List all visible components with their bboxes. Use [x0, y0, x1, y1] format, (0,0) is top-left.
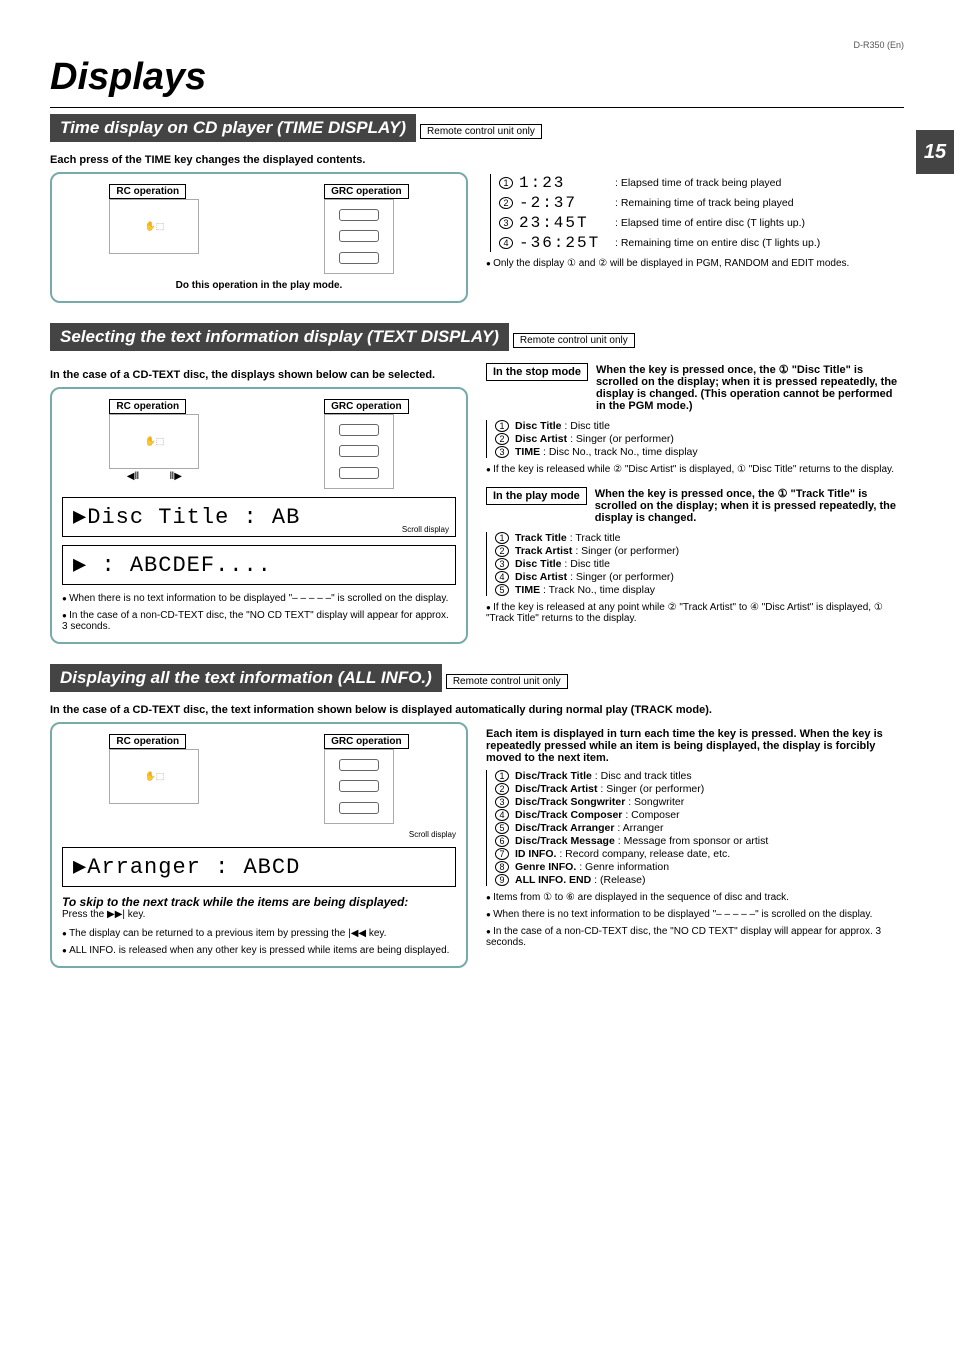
remote-icon	[324, 199, 394, 274]
note: If the key is released at any point whil…	[486, 602, 904, 624]
play-mode-text: When the key is pressed once, the ① "Tra…	[595, 487, 904, 524]
remote-icon	[324, 749, 394, 824]
divider	[50, 107, 904, 108]
rc-op-label: RC operation	[109, 184, 186, 199]
section2-title: Selecting the text information display (…	[50, 323, 509, 351]
info-row: 1Disc/Track Title : Disc and track title…	[495, 770, 904, 782]
rc-only-badge: Remote control unit only	[420, 124, 542, 139]
info-row: 3TIME : Disc No., track No., time displa…	[495, 446, 904, 458]
section-time-display: Time display on CD player (TIME DISPLAY)…	[50, 114, 904, 303]
info-row: 1Disc Title : Disc title	[495, 420, 904, 432]
rc-op-label: RC operation	[109, 399, 186, 414]
panel-caption: Do this operation in the play mode.	[62, 280, 456, 291]
section3-right-intro: Each item is displayed in turn each time…	[486, 728, 904, 764]
time-row: 2 -2:37: Remaining time of track being p…	[499, 194, 904, 212]
note: In the case of a non-CD-TEXT disc, the "…	[486, 926, 904, 948]
info-row: 2Disc Artist : Singer (or performer)	[495, 433, 904, 445]
operation-panel: RC operation ✋⬚ GRC operation Do this op…	[50, 172, 468, 303]
play-mode-label: In the play mode	[486, 487, 587, 505]
scroll-label: Scroll display	[62, 830, 456, 839]
note: The display can be returned to a previou…	[62, 928, 456, 939]
info-row: 9ALL INFO. END : (Release)	[495, 874, 904, 886]
note: ALL INFO. is released when any other key…	[62, 945, 456, 956]
hand-icon: ✋⬚	[109, 199, 199, 254]
rc-only-badge: Remote control unit only	[513, 333, 635, 348]
section2-intro: In the case of a CD-TEXT disc, the displ…	[50, 369, 468, 381]
section1-intro: Each press of the TIME key changes the d…	[50, 154, 904, 166]
info-row: 3Disc Title : Disc title	[495, 558, 904, 570]
grc-op-label: GRC operation	[324, 399, 409, 414]
rc-op-label: RC operation	[109, 734, 186, 749]
time-row: 1 1:23: Elapsed time of track being play…	[499, 174, 904, 192]
info-row: 2Track Artist : Singer (or performer)	[495, 545, 904, 557]
stop-mode-text: When the key is pressed once, the ① "Dis…	[596, 363, 904, 412]
section-all-info: Displaying all the text information (ALL…	[50, 664, 904, 968]
info-row: 5TIME : Track No., time display	[495, 584, 904, 596]
note: In the case of a non-CD-TEXT disc, the "…	[62, 610, 456, 632]
operation-panel: RC operation ✋⬚ GRC operation Scroll dis…	[50, 722, 468, 968]
page-title: Displays	[50, 56, 904, 99]
hand-icon: ✋⬚	[109, 749, 199, 804]
time-list: 1 1:23: Elapsed time of track being play…	[490, 174, 904, 252]
info-row: 5Disc/Track Arranger : Arranger	[495, 822, 904, 834]
section1-note: Only the display ① and ② will be display…	[486, 258, 904, 269]
page-number-tab: 15	[916, 130, 954, 174]
lcd-display: ▶Disc Title : ABScroll display	[62, 497, 456, 537]
remote-icon	[324, 414, 394, 489]
note: When there is no text information to be …	[62, 593, 456, 604]
section-text-display: Selecting the text information display (…	[50, 323, 904, 644]
rew-fwd-icons: ◀ⅡⅡ▶	[109, 471, 199, 482]
info-row: 7ID INFO. : Record company, release date…	[495, 848, 904, 860]
lcd-display: ▶ : ABCDEF....	[62, 545, 456, 585]
stop-mode-label: In the stop mode	[486, 363, 588, 381]
info-row: 1Track Title : Track title	[495, 532, 904, 544]
stop-info-list: 1Disc Title : Disc title 2Disc Artist : …	[486, 420, 904, 458]
note: When there is no text information to be …	[486, 909, 904, 920]
skip-title: To skip to the next track while the item…	[62, 895, 456, 909]
grc-op-label: GRC operation	[324, 184, 409, 199]
operation-panel: RC operation ✋⬚ ◀ⅡⅡ▶ GRC operation ▶Disc…	[50, 387, 468, 644]
section1-title: Time display on CD player (TIME DISPLAY)	[50, 114, 416, 142]
info-row: 4Disc/Track Composer : Composer	[495, 809, 904, 821]
play-info-list: 1Track Title : Track title 2Track Artist…	[486, 532, 904, 596]
section3-title: Displaying all the text information (ALL…	[50, 664, 442, 692]
all-info-list: 1Disc/Track Title : Disc and track title…	[486, 770, 904, 886]
time-row: 4-36:25T: Remaining time on entire disc …	[499, 234, 904, 252]
time-row: 3 23:45T: Elapsed time of entire disc (T…	[499, 214, 904, 232]
note: If the key is released while ② "Disc Art…	[486, 464, 904, 475]
lcd-display: ▶Arranger : ABCD	[62, 847, 456, 887]
grc-op-label: GRC operation	[324, 734, 409, 749]
section3-intro: In the case of a CD-TEXT disc, the text …	[50, 704, 904, 716]
info-row: 8Genre INFO. : Genre information	[495, 861, 904, 873]
skip-body: Press the ▶▶| key.	[62, 909, 456, 920]
info-row: 6Disc/Track Message : Message from spons…	[495, 835, 904, 847]
rc-only-badge: Remote control unit only	[446, 674, 568, 689]
hand-icon: ✋⬚	[109, 414, 199, 469]
info-row: 2Disc/Track Artist : Singer (or performe…	[495, 783, 904, 795]
info-row: 4Disc Artist : Singer (or performer)	[495, 571, 904, 583]
info-row: 3Disc/Track Songwriter : Songwriter	[495, 796, 904, 808]
model-id: D-R350 (En)	[50, 40, 904, 50]
note: Items from ① to ⑥ are displayed in the s…	[486, 892, 904, 903]
